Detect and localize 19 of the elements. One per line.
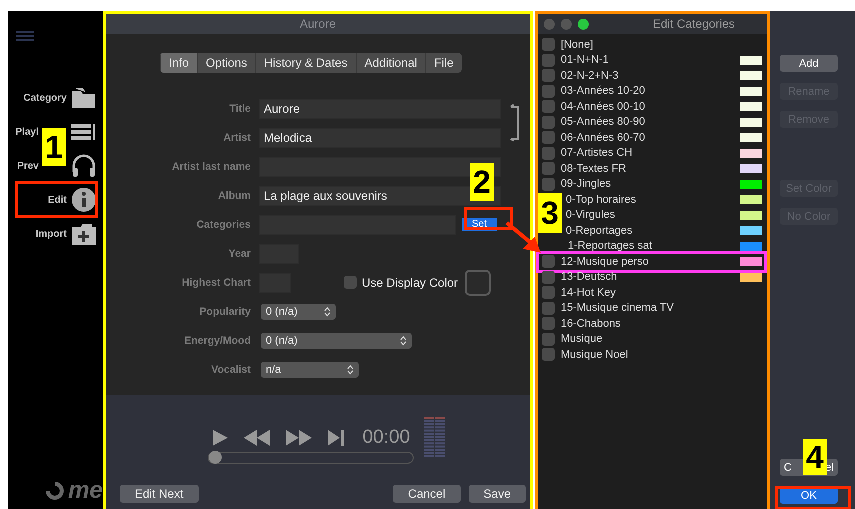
step-callout-tooltip: 3: [538, 193, 562, 233]
field-label: Year: [228, 248, 251, 260]
field-label: Vocalist: [210, 364, 251, 376]
window-title: Aurore: [106, 14, 530, 34]
field-label: Energy/Mood: [183, 334, 251, 346]
field-label: Highest Chart: [181, 276, 251, 288]
checkbox-label: Use Display Color: [362, 276, 458, 290]
step-callout-tooltip: 1: [42, 128, 66, 166]
field-label: Popularity: [198, 306, 251, 318]
field-label: Artist last name: [171, 160, 251, 172]
field-label: Title: [228, 102, 251, 114]
step-callout-tooltip: 4: [803, 439, 827, 475]
field-label: Album: [217, 190, 251, 202]
step-callout-tooltip: 2: [470, 163, 494, 201]
time-display: 00:00: [362, 426, 410, 448]
logo: me: [44, 477, 103, 505]
field-label: Artist: [222, 132, 251, 144]
window-title: Edit Categories: [653, 17, 736, 31]
field-label: Categories: [196, 218, 251, 230]
